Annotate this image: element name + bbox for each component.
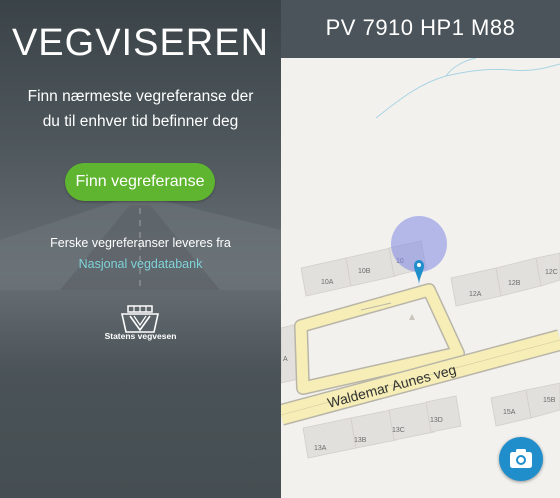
building-label: 12A xyxy=(469,291,482,298)
app-title: VEGVISEREN xyxy=(11,22,270,64)
building-label: 10A xyxy=(321,279,334,286)
data-source-text: Ferske vegreferanser leveres fra xyxy=(50,236,231,250)
map-pin-icon xyxy=(414,260,424,285)
app-screen: VEGVISEREN Finn nærmeste vegreferanse de… xyxy=(0,0,560,498)
building-label: 13B xyxy=(354,437,367,444)
map-canvas: Waldemar Aunes veg 10A 10B 10 12A 12B 12… xyxy=(281,58,560,459)
building-label: A xyxy=(283,356,288,363)
building-label: 15A xyxy=(503,409,516,416)
road-reference: PV 7910 HP1 M88 xyxy=(325,15,516,40)
map-view[interactable]: Waldemar Aunes veg 10A 10B 10 12A 12B 12… xyxy=(281,58,560,498)
building-label: 13C xyxy=(392,427,405,434)
building-label: 13A xyxy=(314,445,327,452)
data-source-note: Ferske vegreferanser leveres fra Nasjona… xyxy=(0,233,281,275)
building-label: 12B xyxy=(508,280,521,287)
app-subtitle: Finn nærmeste vegreferanse der du til en… xyxy=(27,88,254,130)
result-panel: PV 7910 HP1 M88 Waldemar Aunes veg 10A 1… xyxy=(281,0,560,498)
stream-line xyxy=(375,63,560,119)
building-label: 15B xyxy=(543,397,556,404)
hero-panel: VEGVISEREN Finn nærmeste vegreferanse de… xyxy=(0,0,281,498)
building-label: 10B xyxy=(358,268,371,275)
camera-icon xyxy=(510,449,532,468)
camera-button[interactable] xyxy=(499,437,543,481)
logo-text: Statens vegvesen xyxy=(104,331,177,341)
data-source-link[interactable]: Nasjonal vegdatabank xyxy=(79,257,203,271)
building-label: 12C xyxy=(545,269,558,276)
reference-bar: PV 7910 HP1 M88 xyxy=(281,0,560,58)
building-label: 13D xyxy=(430,417,443,424)
find-reference-button[interactable]: Finn vegreferanse xyxy=(65,163,215,201)
